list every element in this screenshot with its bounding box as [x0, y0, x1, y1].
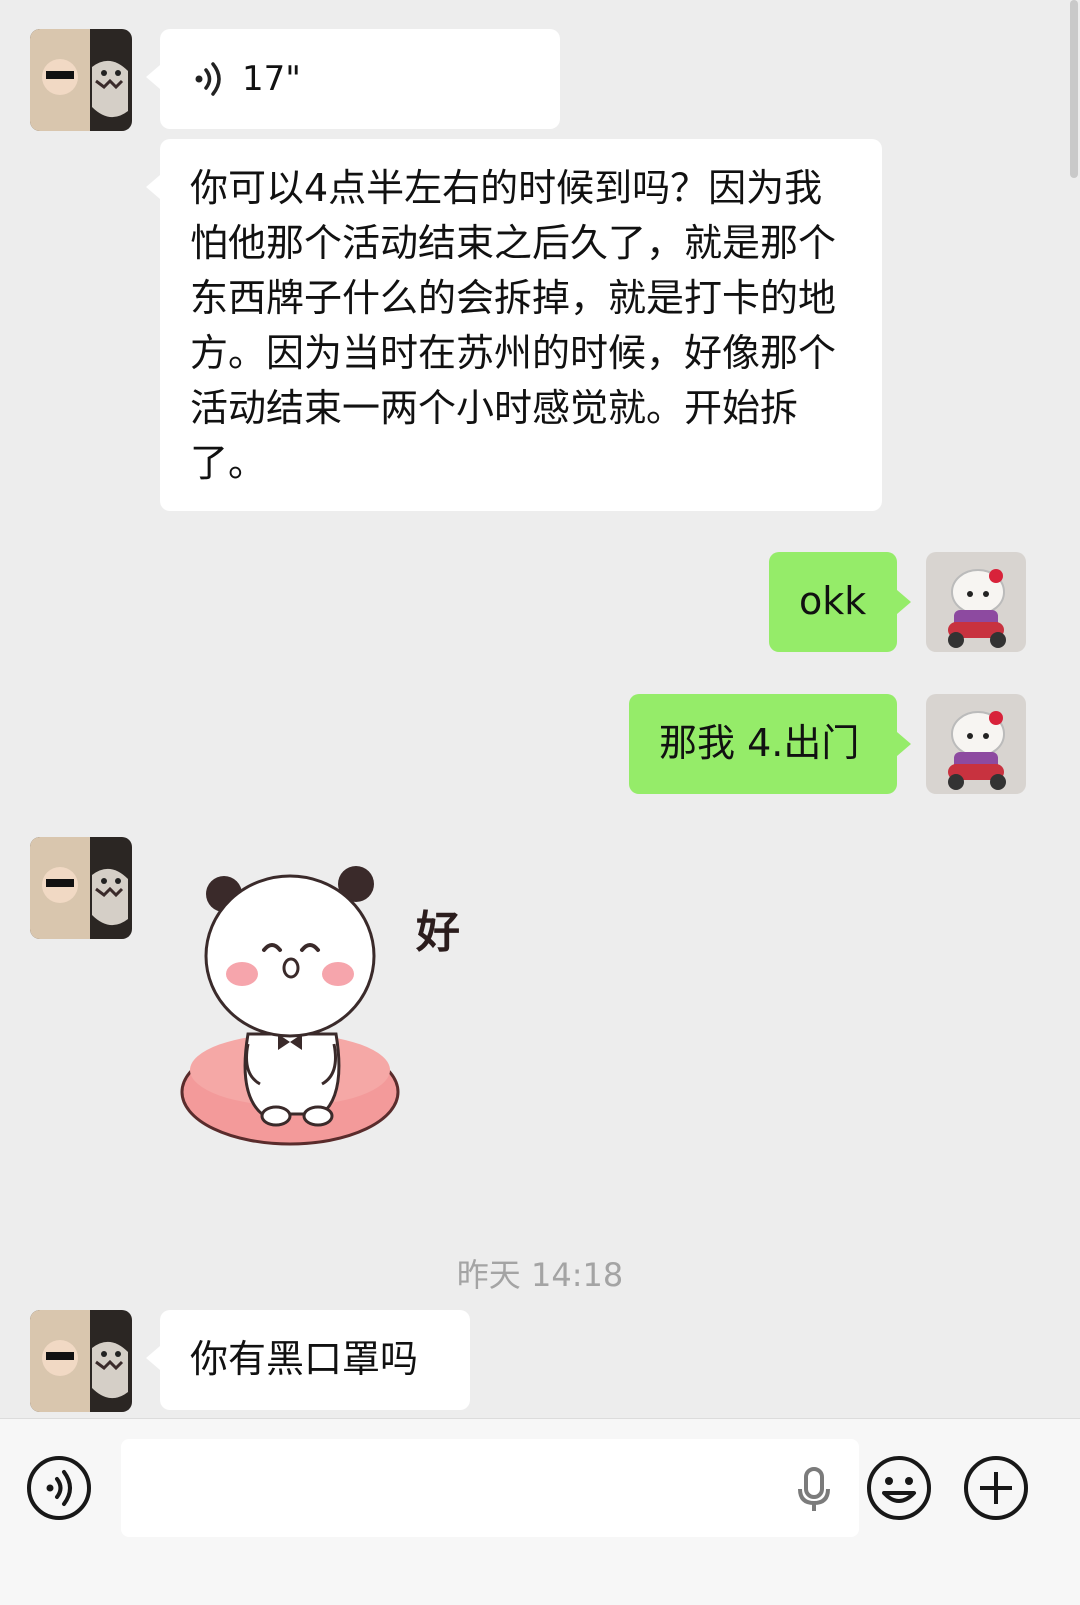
message-text: 那我 4.出门 [659, 721, 860, 765]
panda-sticker[interactable]: 好 [178, 864, 488, 1174]
voice-duration: 17" [242, 58, 301, 99]
input-bar [0, 1418, 1080, 1605]
plus-icon [964, 1456, 1028, 1520]
voice-mode-button[interactable] [26, 1455, 92, 1521]
text-message-bubble[interactable]: 你有黑口罩吗 [146, 1310, 470, 1410]
message-input[interactable] [121, 1439, 859, 1537]
contact-avatar[interactable] [30, 837, 132, 939]
contact-avatar[interactable] [30, 1310, 132, 1412]
message-text: okk [799, 579, 867, 623]
microphone-icon[interactable] [797, 1467, 831, 1513]
message-timestamp: 昨天 14:18 [456, 1256, 624, 1294]
voice-mode-icon [27, 1456, 91, 1520]
chat-message-list[interactable]: 17" 你可以4点半左右的时候到吗？因为我怕他那个活动结束之后久了，就是那个东西… [0, 0, 1080, 1418]
message-text: 你有黑口罩吗 [190, 1337, 419, 1381]
message-text: 你可以4点半左右的时候到吗？因为我怕他那个活动结束之后久了，就是那个东西牌子什么… [190, 166, 837, 485]
self-avatar[interactable] [926, 552, 1026, 652]
voice-wave-icon [195, 62, 221, 96]
voice-message-bubble[interactable]: 17" [146, 29, 560, 129]
emoji-button[interactable] [866, 1455, 932, 1521]
scrollbar[interactable] [1070, 0, 1078, 178]
sticker-caption: 好 [416, 907, 460, 958]
self-message-bubble[interactable]: okk [769, 552, 911, 652]
emoji-icon [867, 1456, 931, 1520]
self-message-bubble[interactable]: 那我 4.出门 [629, 694, 911, 794]
contact-avatar[interactable] [30, 29, 132, 131]
more-options-button[interactable] [963, 1455, 1029, 1521]
self-avatar[interactable] [926, 694, 1026, 794]
text-message-bubble[interactable]: 你可以4点半左右的时候到吗？因为我怕他那个活动结束之后久了，就是那个东西牌子什么… [146, 139, 882, 511]
